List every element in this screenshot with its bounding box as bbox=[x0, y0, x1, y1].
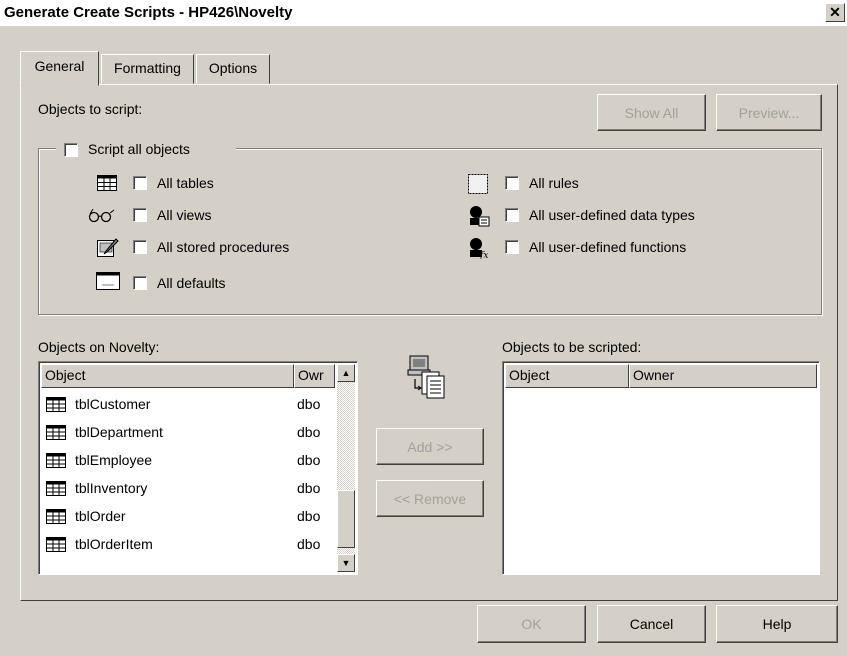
rule-icon bbox=[468, 174, 488, 194]
script-all-objects-label: Script all objects bbox=[88, 141, 190, 157]
all-views-label: All views bbox=[157, 207, 212, 223]
table-icon bbox=[46, 397, 66, 412]
source-list-scrollbar[interactable]: ▲ ▼ bbox=[337, 364, 355, 572]
transfer-scripts-icon bbox=[407, 355, 445, 399]
dialog-window: Generate Create Scripts - HP426\Novelty … bbox=[0, 0, 847, 656]
close-button[interactable]: ✕ bbox=[825, 3, 845, 22]
row-object-name: tblOrderItem bbox=[75, 536, 153, 552]
all-user-defined-functions-label: All user-defined functions bbox=[529, 239, 687, 255]
source-object-column-label: Object bbox=[45, 367, 86, 383]
objects-to-script-label: Objects to script: bbox=[38, 101, 143, 117]
table-icon bbox=[46, 537, 66, 552]
title-bar: Generate Create Scripts - HP426\Novelty … bbox=[0, 0, 847, 26]
all-defaults-checkbox[interactable] bbox=[133, 276, 147, 290]
add-button[interactable]: Add >> bbox=[376, 428, 484, 465]
target-owner-column-header[interactable]: Owner bbox=[629, 364, 817, 388]
all-rules-checkbox[interactable] bbox=[505, 176, 519, 190]
row-object-name: tblDepartment bbox=[75, 424, 163, 440]
script-all-objects-checkbox[interactable] bbox=[64, 143, 78, 157]
all-tables-label: All tables bbox=[157, 175, 214, 191]
scroll-down-button[interactable]: ▼ bbox=[337, 554, 355, 572]
row-object-name: tblInventory bbox=[75, 480, 148, 496]
source-owner-column-header[interactable]: Owr bbox=[294, 364, 335, 388]
all-user-defined-functions-checkbox[interactable] bbox=[505, 240, 519, 254]
all-views-checkbox[interactable] bbox=[133, 208, 147, 222]
default-icon bbox=[96, 272, 120, 290]
row-owner: dbo bbox=[297, 536, 321, 552]
scrollbar-thumb[interactable] bbox=[337, 490, 355, 548]
source-object-column-header[interactable]: Object bbox=[41, 364, 294, 388]
tab-general-label: General bbox=[34, 58, 85, 74]
scroll-up-icon: ▲ bbox=[341, 368, 351, 378]
all-user-defined-data-types-checkbox[interactable] bbox=[505, 208, 519, 222]
stored-procedure-icon bbox=[97, 238, 119, 257]
all-rules-label: All rules bbox=[529, 175, 579, 191]
show-all-button[interactable]: Show All bbox=[597, 94, 706, 131]
svg-text:fx: fx bbox=[479, 251, 488, 259]
window-title: Generate Create Scripts - HP426\Novelty bbox=[4, 4, 293, 21]
row-object-name: tblEmployee bbox=[75, 452, 153, 468]
all-user-defined-data-types-label: All user-defined data types bbox=[529, 207, 695, 223]
objects-to-be-scripted-label: Objects to be scripted: bbox=[502, 339, 642, 355]
target-object-column-header[interactable]: Object bbox=[505, 364, 629, 388]
table-icon bbox=[46, 509, 66, 524]
row-owner: dbo bbox=[297, 480, 321, 496]
row-object-name: tblCustomer bbox=[75, 396, 151, 412]
view-glasses-icon bbox=[88, 209, 115, 223]
row-object-name: tblOrder bbox=[75, 508, 126, 524]
cancel-button[interactable]: Cancel bbox=[597, 605, 706, 643]
close-icon: ✕ bbox=[829, 4, 841, 20]
tab-options[interactable]: Options bbox=[196, 54, 270, 84]
table-icon bbox=[97, 175, 117, 191]
row-owner: dbo bbox=[297, 452, 321, 468]
tab-general[interactable]: General bbox=[20, 51, 99, 86]
tab-options-label: Options bbox=[208, 60, 258, 76]
all-stored-procedures-checkbox[interactable] bbox=[133, 240, 147, 254]
script-all-objects-option[interactable]: Script all objects bbox=[56, 140, 236, 160]
all-stored-procedures-label: All stored procedures bbox=[157, 239, 290, 255]
row-owner: dbo bbox=[297, 424, 321, 440]
objects-on-novelty-label: Objects on Novelty: bbox=[38, 339, 160, 355]
source-owner-column-label: Owr bbox=[298, 367, 324, 383]
all-tables-checkbox[interactable] bbox=[133, 176, 147, 190]
table-icon bbox=[46, 453, 66, 468]
all-defaults-label: All defaults bbox=[157, 275, 226, 291]
tab-formatting[interactable]: Formatting bbox=[101, 54, 194, 84]
scroll-down-icon: ▼ bbox=[341, 558, 351, 568]
target-object-column-label: Object bbox=[509, 367, 550, 383]
objects-group-box bbox=[38, 148, 822, 315]
ok-button[interactable]: OK bbox=[477, 605, 586, 643]
remove-button[interactable]: << Remove bbox=[376, 480, 484, 517]
preview-button[interactable]: Preview... bbox=[716, 94, 822, 131]
table-icon bbox=[46, 481, 66, 496]
row-owner: dbo bbox=[297, 508, 321, 524]
row-owner: dbo bbox=[297, 396, 321, 412]
user-defined-function-icon: fx bbox=[470, 238, 488, 259]
help-button[interactable]: Help bbox=[716, 605, 838, 643]
source-objects-list[interactable]: Object Owr tblCustomer dbo tblDepartment… bbox=[38, 361, 358, 575]
user-defined-data-type-icon bbox=[470, 206, 490, 227]
tab-formatting-label: Formatting bbox=[114, 60, 181, 76]
target-owner-column-label: Owner bbox=[633, 367, 675, 383]
scroll-up-button[interactable]: ▲ bbox=[337, 364, 355, 382]
table-icon bbox=[46, 425, 66, 440]
target-objects-list[interactable]: Object Owner bbox=[502, 361, 820, 575]
